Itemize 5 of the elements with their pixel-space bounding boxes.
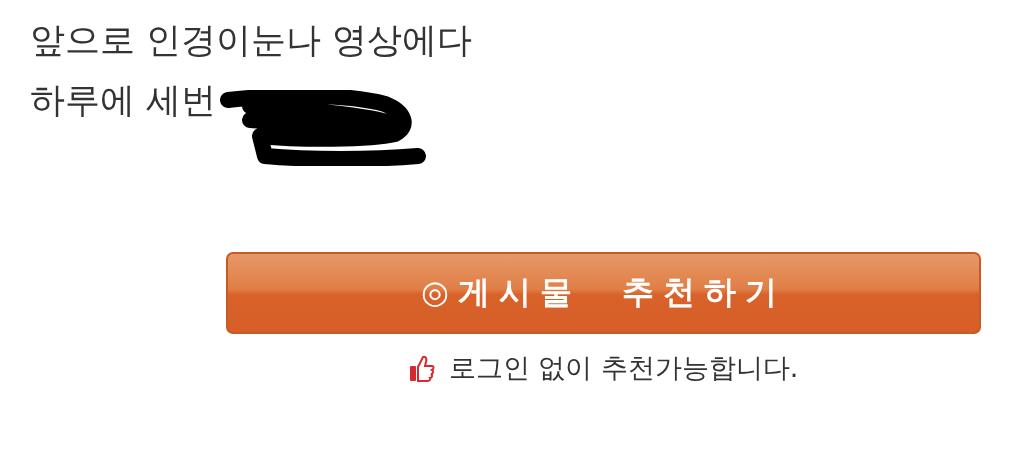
note-text: 로그인 없이 추천가능합니다. bbox=[448, 351, 799, 385]
post-text: 하루에 세번 bbox=[30, 79, 217, 122]
thumbs-up-icon bbox=[408, 354, 435, 382]
recommend-button[interactable]: ◎게시물 추천하기 bbox=[226, 252, 981, 334]
post-text: 앞으로 인경이눈나 영상에다 bbox=[30, 19, 473, 62]
